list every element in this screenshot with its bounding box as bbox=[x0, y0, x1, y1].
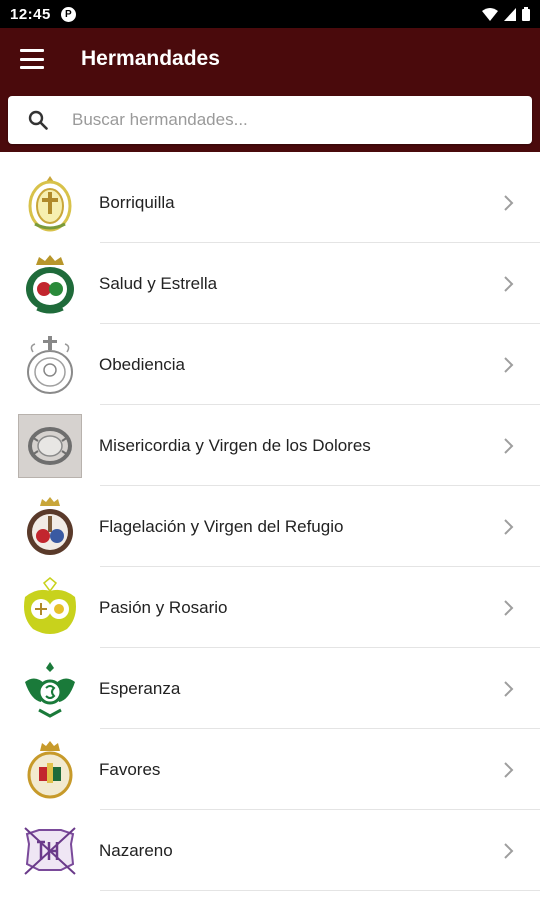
list-item[interactable]: Nazareno bbox=[0, 810, 540, 891]
list-item[interactable]: Misericordia y Virgen de los Dolores bbox=[0, 405, 540, 486]
search-container bbox=[0, 90, 540, 144]
chevron-right-icon bbox=[504, 680, 514, 697]
crest-flagelacion-icon bbox=[18, 495, 82, 559]
wifi-icon bbox=[482, 7, 498, 21]
crest-nazareno-icon bbox=[18, 819, 82, 883]
chevron-right-icon bbox=[504, 599, 514, 616]
search-icon bbox=[28, 110, 48, 130]
crest-salud-estrella-icon bbox=[18, 252, 82, 316]
toolbar: Hermandades bbox=[0, 28, 540, 90]
item-label: Obediencia bbox=[99, 354, 186, 374]
list-item[interactable]: Pasión y Rosario bbox=[0, 567, 540, 648]
chevron-right-icon bbox=[504, 842, 514, 859]
chevron-right-icon bbox=[504, 194, 514, 211]
item-label: Esperanza bbox=[99, 678, 181, 698]
crest-pasion-rosario-icon bbox=[18, 576, 82, 640]
list-item[interactable]: Esperanza bbox=[0, 648, 540, 729]
list-item[interactable]: Borriquilla bbox=[0, 162, 540, 243]
list-item[interactable]: Obediencia bbox=[0, 324, 540, 405]
hermandades-list: Borriquilla Salud y Estrella Obediencia … bbox=[0, 162, 540, 891]
item-label: Misericordia y Virgen de los Dolores bbox=[99, 435, 371, 455]
search-bar[interactable] bbox=[8, 96, 532, 144]
signal-icon bbox=[504, 7, 516, 21]
item-label: Favores bbox=[99, 759, 161, 779]
menu-icon[interactable] bbox=[20, 49, 44, 69]
status-time: 12:45 bbox=[10, 5, 51, 23]
crest-borriquilla-icon bbox=[18, 171, 82, 235]
crest-misericordia-icon bbox=[18, 413, 82, 478]
item-label: Nazareno bbox=[99, 840, 173, 860]
chevron-right-icon bbox=[504, 437, 514, 454]
chevron-right-icon bbox=[504, 275, 514, 292]
search-input[interactable] bbox=[70, 109, 532, 131]
item-label: Flagelación y Virgen del Refugio bbox=[99, 516, 344, 536]
item-label: Pasión y Rosario bbox=[99, 597, 228, 617]
battery-icon bbox=[522, 7, 530, 21]
chevron-right-icon bbox=[504, 518, 514, 535]
item-label: Borriquilla bbox=[99, 192, 175, 212]
crest-favores-icon bbox=[18, 738, 82, 802]
app-notification-icon: P bbox=[60, 6, 76, 22]
item-label: Salud y Estrella bbox=[99, 273, 218, 293]
list-item[interactable]: Flagelación y Virgen del Refugio bbox=[0, 486, 540, 567]
crest-obediencia-icon bbox=[18, 333, 82, 397]
list-item[interactable]: Favores bbox=[0, 729, 540, 810]
crest-esperanza-icon bbox=[18, 657, 82, 721]
chevron-right-icon bbox=[504, 356, 514, 373]
page-title: Hermandades bbox=[81, 47, 220, 70]
status-bar: 12:45 P bbox=[0, 0, 540, 28]
chevron-right-icon bbox=[504, 761, 514, 778]
app-bar: Hermandades bbox=[0, 28, 540, 152]
list-item[interactable]: Salud y Estrella bbox=[0, 243, 540, 324]
